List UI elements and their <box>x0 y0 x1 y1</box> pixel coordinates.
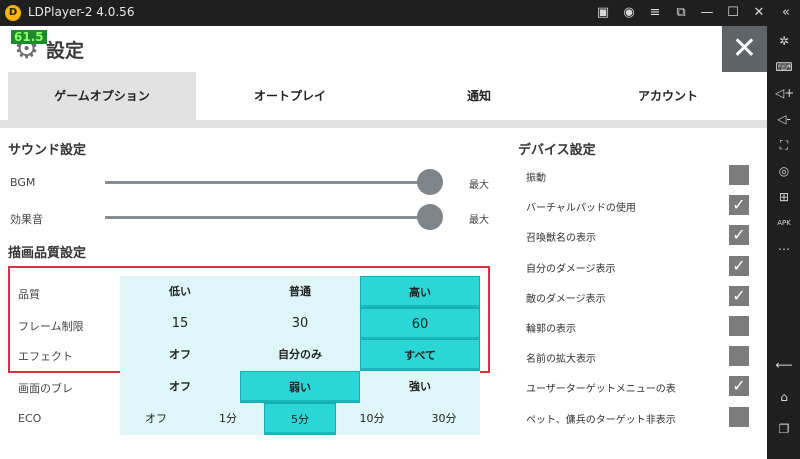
add-icon[interactable]: ⊞ <box>775 188 793 206</box>
enemy-damage-checkbox[interactable]: ✓ <box>729 286 749 306</box>
settings-header: ⚙ 61.5 設定 ✕ <box>0 26 767 72</box>
shake-option-weak[interactable]: 弱い <box>240 371 360 403</box>
virtual-pad-checkbox[interactable]: ✓ <box>729 195 749 215</box>
tab-bar: ゲームオプション オートプレイ 通知 アカウント <box>0 72 767 120</box>
back-icon[interactable]: ⟵ <box>775 356 793 374</box>
device-item-label: ユーザーターゲットメニューの表 <box>526 384 676 395</box>
tab-notifications[interactable]: 通知 <box>384 72 574 120</box>
fps-counter: 61.5 <box>11 30 47 44</box>
eco-option-off[interactable]: オフ <box>120 403 192 435</box>
screen-shake-options: オフ 弱い 強い <box>120 371 480 403</box>
close-button[interactable]: ✕ <box>722 26 767 72</box>
home-icon[interactable]: ⌂ <box>775 388 793 406</box>
apk-icon[interactable]: APK <box>775 214 793 232</box>
emulator-sidebar: ✲ ⌨ ◁+ ◁- ⛶ ◎ ⊞ APK ⋯ ⟵ ⌂ ❐ <box>767 26 800 459</box>
pet-target-hide-checkbox[interactable] <box>729 407 749 427</box>
user-icon[interactable]: ◉ <box>620 4 638 22</box>
bgm-max-label: 最大 <box>469 180 489 191</box>
device-item-label: 振動 <box>526 173 546 184</box>
tab-underline <box>0 120 767 128</box>
tab-auto-play[interactable]: オートプレイ <box>196 72 384 120</box>
shake-option-strong[interactable]: 強い <box>360 371 480 403</box>
page-title: 設定 <box>46 40 85 62</box>
device-settings-title: デバイス設定 <box>518 143 596 158</box>
sfx-label: 効果音 <box>10 213 43 226</box>
minimize-icon[interactable]: — <box>698 4 716 22</box>
sfx-slider-knob[interactable] <box>417 204 443 230</box>
device-item-label: 輪郭の表示 <box>526 324 576 335</box>
window-close-icon[interactable]: ✕ <box>750 4 768 22</box>
device-item-label: 名前の拡大表示 <box>526 354 596 365</box>
bgm-slider-track[interactable] <box>105 181 430 184</box>
record-icon[interactable]: ◎ <box>775 162 793 180</box>
sound-settings-title: サウンド設定 <box>8 143 87 158</box>
menu-icon[interactable]: ≡ <box>646 4 664 22</box>
sfx-max-label: 最大 <box>469 215 489 226</box>
eco-option-5min[interactable]: 5分 <box>264 403 336 435</box>
screen-icon[interactable]: ⧉ <box>672 4 690 22</box>
window-titlebar: D LDPlayer-2 4.0.56 ▣ ◉ ≡ ⧉ — ☐ ✕ « <box>0 0 800 26</box>
tab-game-options[interactable]: ゲームオプション <box>8 72 196 120</box>
bgm-label: BGM <box>10 176 36 189</box>
shake-option-off[interactable]: オフ <box>120 371 240 403</box>
maximize-icon[interactable]: ☐ <box>724 4 742 22</box>
collapse-icon[interactable]: « <box>777 4 795 22</box>
eco-option-1min[interactable]: 1分 <box>192 403 264 435</box>
name-enlarge-checkbox[interactable] <box>729 346 749 366</box>
window-title: LDPlayer-2 4.0.56 <box>28 5 135 19</box>
eco-option-30min[interactable]: 30分 <box>408 403 480 435</box>
bgm-slider-knob[interactable] <box>417 169 443 195</box>
keyboard-icon[interactable]: ⌨ <box>775 58 793 76</box>
tab-account[interactable]: アカウント <box>574 72 762 120</box>
gamepad-icon[interactable]: ▣ <box>594 4 612 22</box>
screen-shake-label: 画面のブレ <box>18 382 73 395</box>
user-target-menu-checkbox[interactable]: ✓ <box>729 376 749 396</box>
own-damage-checkbox[interactable]: ✓ <box>729 256 749 276</box>
device-item-label: 召喚獣名の表示 <box>526 233 596 244</box>
recent-apps-icon[interactable]: ❐ <box>775 420 793 438</box>
resize-icon[interactable]: ⛶ <box>775 136 793 154</box>
eco-options: オフ 1分 5分 10分 30分 <box>120 403 480 435</box>
device-item-label: 敵のダメージ表示 <box>526 294 606 305</box>
graphics-settings-title: 描画品質設定 <box>8 246 87 261</box>
eco-label: ECO <box>18 412 42 425</box>
eco-option-10min[interactable]: 10分 <box>336 403 408 435</box>
outline-checkbox[interactable] <box>729 316 749 336</box>
device-item-label: 自分のダメージ表示 <box>526 264 616 275</box>
more-icon[interactable]: ⋯ <box>775 240 793 258</box>
app-logo: D <box>5 5 21 21</box>
device-item-label: バーチャルパッドの使用 <box>526 203 636 214</box>
vibration-checkbox[interactable] <box>729 165 749 185</box>
game-screen: ⚙ 61.5 設定 ✕ ゲームオプション オートプレイ 通知 アカウント サウン… <box>0 26 767 459</box>
summon-name-checkbox[interactable]: ✓ <box>729 225 749 245</box>
device-item-label: ペット、傭兵のターゲット非表示 <box>526 415 676 426</box>
volume-down-icon[interactable]: ◁- <box>775 110 793 128</box>
volume-up-icon[interactable]: ◁+ <box>775 84 794 102</box>
highlight-box <box>8 266 490 373</box>
sfx-slider-track[interactable] <box>105 216 430 219</box>
settings-icon[interactable]: ✲ <box>775 32 793 50</box>
